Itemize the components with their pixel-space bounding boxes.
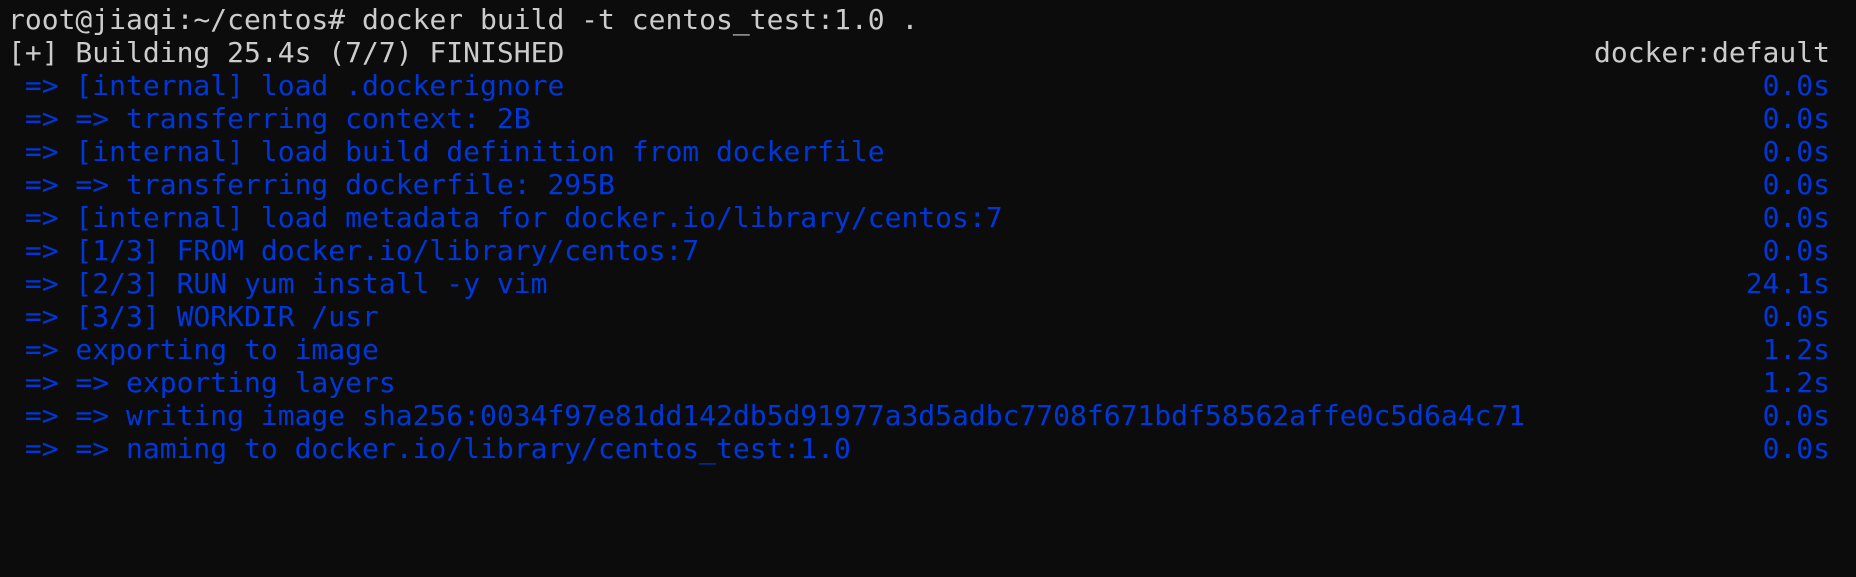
- build-step-text: => => naming to docker.io/library/centos…: [8, 432, 851, 465]
- build-step-time: 0.0s: [1762, 432, 1830, 465]
- build-step-line: => => naming to docker.io/library/centos…: [8, 429, 1830, 468]
- command-text: docker build -t centos_test:1.0 .: [362, 3, 919, 36]
- terminal-window[interactable]: root@jiaqi:~/centos# docker build -t cen…: [0, 0, 1856, 577]
- shell-prompt: root@jiaqi:~/centos#: [8, 3, 346, 36]
